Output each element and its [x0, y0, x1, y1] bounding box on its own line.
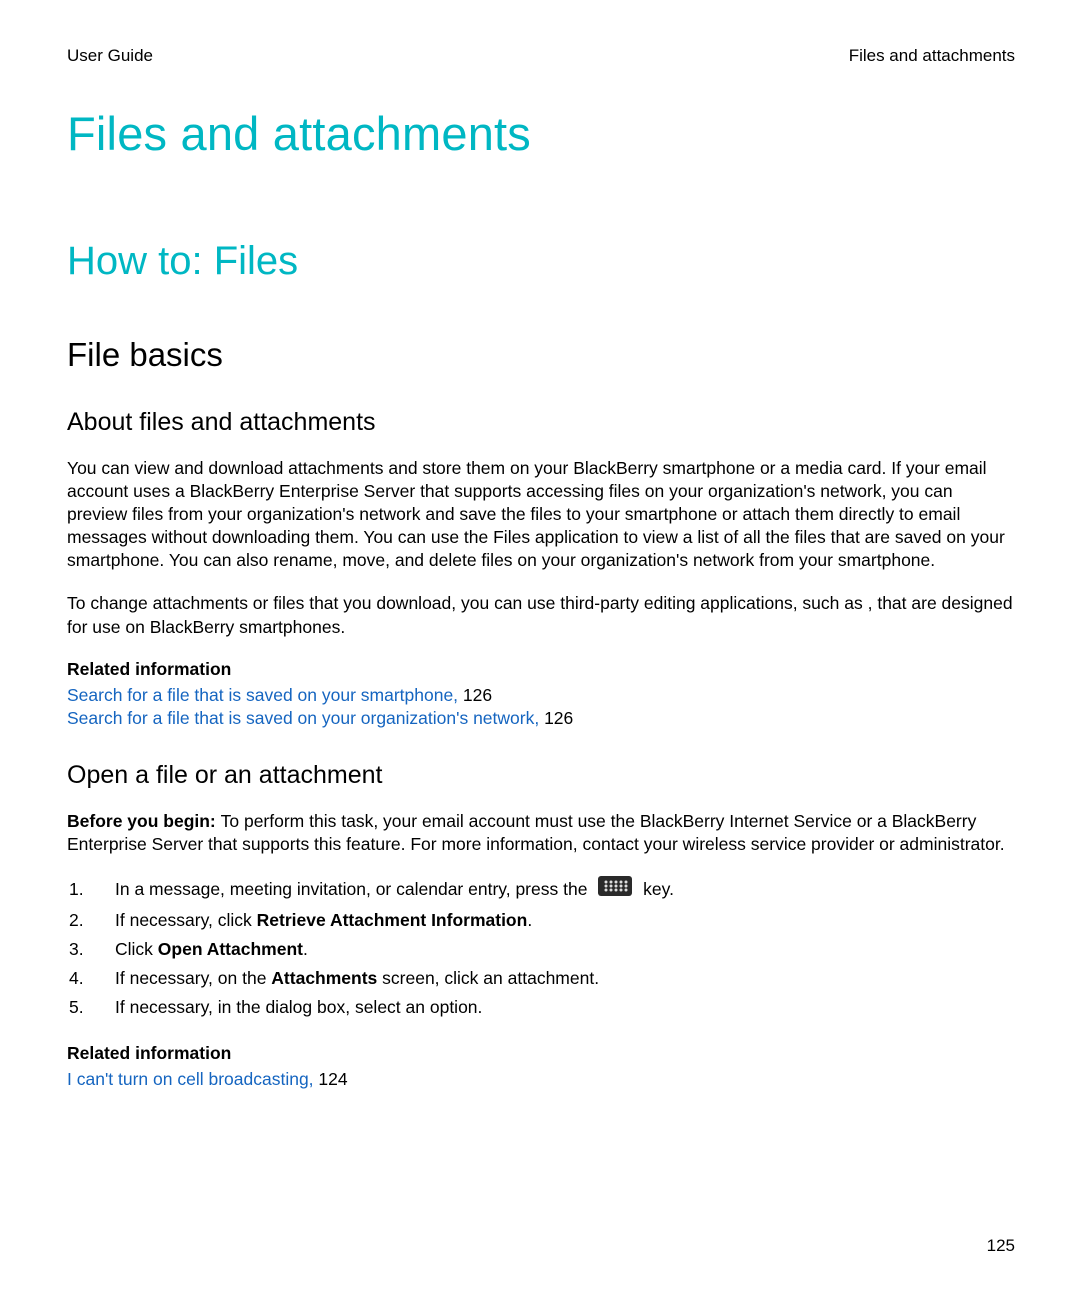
link-search-network[interactable]: Search for a file that is saved on your …	[67, 708, 544, 728]
step-2: 2. If necessary, click Retrieve Attachme…	[67, 907, 1015, 934]
step-number: 5.	[67, 994, 115, 1021]
section-howto-title: How to: Files	[67, 239, 1015, 284]
link-page-1: 126	[463, 685, 492, 705]
header-left: User Guide	[67, 46, 153, 66]
before-you-begin-label: Before you begin:	[67, 811, 221, 831]
step-bold: Retrieve Attachment Information	[257, 910, 528, 930]
page-number: 125	[987, 1236, 1015, 1256]
menu-key-icon	[598, 876, 632, 904]
subsection-open-title: Open a file or an attachment	[67, 761, 1015, 790]
step-3: 3. Click Open Attachment.	[67, 936, 1015, 963]
step-5: 5. If necessary, in the dialog box, sele…	[67, 994, 1015, 1021]
related-info-title-2: Related information	[67, 1043, 1015, 1064]
link-page-3: 124	[318, 1069, 347, 1089]
step-text-pre: In a message, meeting invitation, or cal…	[115, 879, 592, 899]
step-text-pre: If necessary, click	[115, 910, 257, 930]
link-search-smartphone[interactable]: Search for a file that is saved on your …	[67, 685, 463, 705]
section-file-basics-title: File basics	[67, 336, 1015, 374]
header-right: Files and attachments	[849, 46, 1015, 66]
step-number: 1.	[67, 876, 115, 904]
link-cell-broadcasting[interactable]: I can't turn on cell broadcasting,	[67, 1069, 318, 1089]
about-paragraph-2: To change attachments or files that you …	[67, 592, 1015, 638]
step-text-pre: Click	[115, 939, 158, 959]
link-page-2: 126	[544, 708, 573, 728]
subsection-about-title: About files and attachments	[67, 408, 1015, 437]
step-4: 4. If necessary, on the Attachments scre…	[67, 965, 1015, 992]
step-number: 4.	[67, 965, 115, 992]
step-bold: Attachments	[271, 968, 377, 988]
step-text-pre: If necessary, in the dialog box, select …	[115, 997, 482, 1017]
open-before-paragraph: Before you begin: To perform this task, …	[67, 810, 1015, 856]
step-text-pre: If necessary, on the	[115, 968, 271, 988]
step-bold: Open Attachment	[158, 939, 303, 959]
step-1: 1. In a message, meeting invitation, or …	[67, 876, 1015, 904]
step-number: 2.	[67, 907, 115, 934]
page-title: Files and attachments	[67, 106, 1015, 161]
step-number: 3.	[67, 936, 115, 963]
related-info-title: Related information	[67, 659, 1015, 680]
step-text-post: .	[303, 939, 308, 959]
about-paragraph-1: You can view and download attachments an…	[67, 457, 1015, 572]
step-text-post: key.	[643, 879, 674, 899]
step-text-post: screen, click an attachment.	[377, 968, 599, 988]
step-text-post: .	[527, 910, 532, 930]
